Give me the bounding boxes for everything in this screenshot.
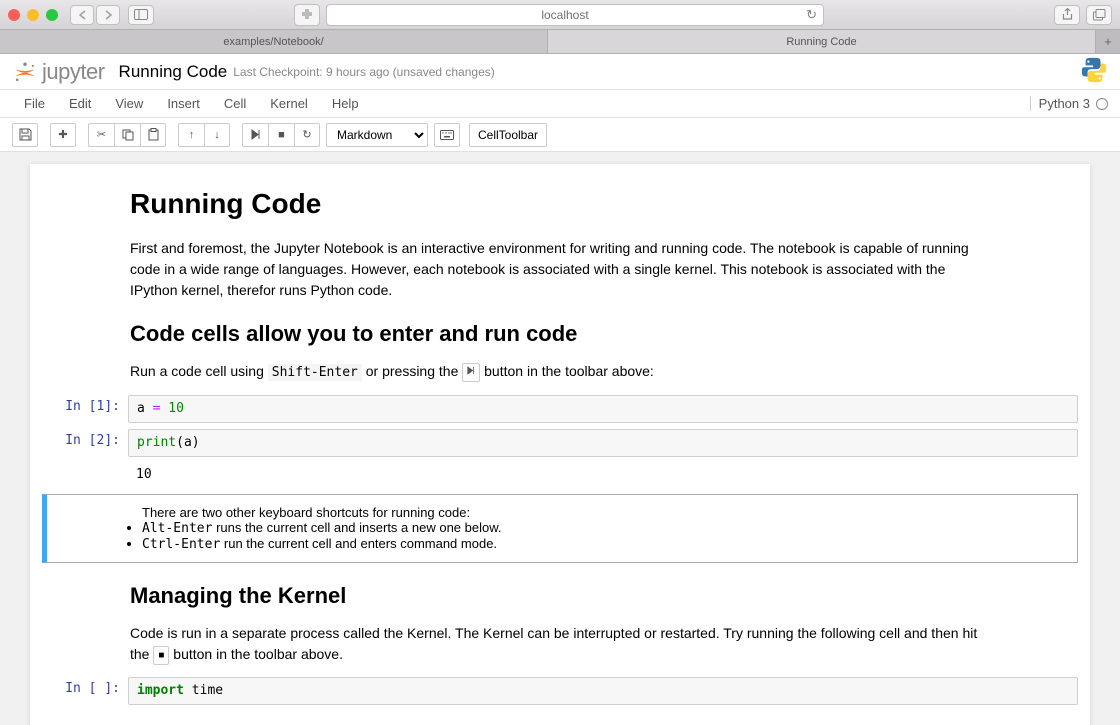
list-item: Ctrl-Enter run the current cell and ente… [142,536,977,552]
menu-help[interactable]: Help [320,96,371,111]
kernel-indicator[interactable]: Python 3 [1030,96,1108,111]
menu-kernel[interactable]: Kernel [258,96,320,111]
run-icon [251,129,261,140]
browser-tab-examples[interactable]: examples/Notebook/ [0,30,548,53]
command-palette-button[interactable] [434,123,460,147]
input-prompt: In [1]: [42,395,128,423]
menu-edit[interactable]: Edit [57,96,103,111]
jupyter-logo[interactable]: jupyter [12,59,105,85]
input-prompt: In [2]: [42,429,128,457]
up-arrow-icon: ↑ [189,129,195,141]
menu-bar: File Edit View Insert Cell Kernel Help P… [0,90,1120,118]
kernel-status-icon [1096,98,1108,110]
down-arrow-icon: ↓ [214,129,220,141]
toolbar: ✚ ✂ ↑ ↓ ■ ↻ Markdown CellToolbar [0,118,1120,152]
input-prompt: In [ ]: [42,677,128,705]
cell-toolbar-button[interactable]: CellToolbar [469,123,547,147]
heading-running-code: Running Code [130,188,990,220]
extensions-button[interactable] [294,4,320,26]
browser-chrome: localhost ↻ [0,0,1120,30]
reload-icon[interactable]: ↻ [806,7,817,23]
heading-managing-kernel: Managing the Kernel [130,583,990,609]
minimize-window-button[interactable] [27,9,39,21]
copy-icon [122,129,134,141]
notebook-name[interactable]: Running Code [119,62,228,82]
share-button[interactable] [1054,5,1080,25]
tab-label: Running Code [786,36,856,48]
tab-label: examples/Notebook/ [223,36,323,48]
maximize-window-button[interactable] [46,9,58,21]
move-down-button[interactable]: ↓ [204,123,230,147]
code-cell-1[interactable]: In [1]: a = 10 [30,395,1090,423]
nav-buttons [70,5,120,25]
run-instruction-paragraph: Run a code cell using Shift-Enter or pre… [130,361,990,383]
cell-type-select[interactable]: Markdown [326,123,428,147]
cut-button[interactable]: ✂ [88,123,114,147]
python-logo-icon [1080,56,1108,84]
save-button[interactable] [12,123,38,147]
restart-button[interactable]: ↻ [294,123,320,147]
kernel-name: Python 3 [1039,96,1090,111]
kernel-paragraph: Code is run in a separate process called… [130,623,990,665]
paste-icon [148,128,159,141]
markdown-cell-selected[interactable]: There are two other keyboard shortcuts f… [42,494,1078,563]
cut-icon: ✂ [97,128,106,141]
shortcut-code: Ctrl-Enter [142,537,220,552]
code-input[interactable]: a = 10 [128,395,1078,423]
url-bar[interactable]: localhost ↻ [326,4,824,26]
run-button[interactable] [242,123,268,147]
header-right [1080,56,1108,87]
notebook: Running Code First and foremost, the Jup… [30,164,1090,725]
copy-button[interactable] [114,123,140,147]
code-output: 10 [128,463,1090,486]
jupyter-logo-text: jupyter [42,59,105,85]
close-window-button[interactable] [8,9,20,21]
menu-cell[interactable]: Cell [212,96,258,111]
add-cell-button[interactable]: ✚ [50,123,76,147]
shortcuts-list: Alt-Enter runs the current cell and inse… [142,520,977,552]
browser-right-buttons [1054,5,1112,25]
paste-button[interactable] [140,123,166,147]
stop-icon: ■ [278,129,285,141]
notebook-container[interactable]: Running Code First and foremost, the Jup… [0,152,1120,725]
checkpoint-text: Last Checkpoint: 9 hours ago (unsaved ch… [233,65,495,79]
forward-button[interactable] [96,5,120,25]
plus-icon: ✚ [58,128,67,141]
sidebar-toggle-button[interactable] [128,5,154,25]
new-tab-button[interactable]: + [1096,30,1120,53]
markdown-cell[interactable]: Running Code First and foremost, the Jup… [30,188,1090,383]
stop-button[interactable]: ■ [268,123,294,147]
intro-paragraph: First and foremost, the Jupyter Notebook… [130,238,990,301]
browser-tab-running-code[interactable]: Running Code [548,30,1096,53]
shortcuts-intro: There are two other keyboard shortcuts f… [142,505,977,520]
menu-insert[interactable]: Insert [155,96,212,111]
jupyter-header: jupyter Running Code Last Checkpoint: 9 … [0,54,1120,90]
shortcut-code: Shift-Enter [268,364,362,381]
restart-icon: ↻ [302,128,311,141]
inline-run-icon [462,363,480,382]
code-cell-2[interactable]: In [2]: print(a) [30,429,1090,457]
url-text: localhost [541,8,588,22]
inline-stop-icon: ■ [153,646,169,665]
traffic-lights [8,9,58,21]
markdown-cell[interactable]: Managing the Kernel Code is run in a sep… [30,583,1090,665]
tabs-button[interactable] [1086,5,1112,25]
code-input[interactable]: print(a) [128,429,1078,457]
menu-view[interactable]: View [103,96,155,111]
move-up-button[interactable]: ↑ [178,123,204,147]
keyboard-icon [440,130,454,140]
code-cell-3[interactable]: In [ ]: import time [30,677,1090,705]
menu-file[interactable]: File [12,96,57,111]
shortcut-code: Alt-Enter [142,521,212,536]
back-button[interactable] [70,5,94,25]
list-item: Alt-Enter runs the current cell and inse… [142,520,977,536]
code-input[interactable]: import time [128,677,1078,705]
jupyter-logo-icon [12,59,38,85]
browser-tabs: examples/Notebook/ Running Code + [0,30,1120,54]
heading-code-cells: Code cells allow you to enter and run co… [130,321,990,347]
